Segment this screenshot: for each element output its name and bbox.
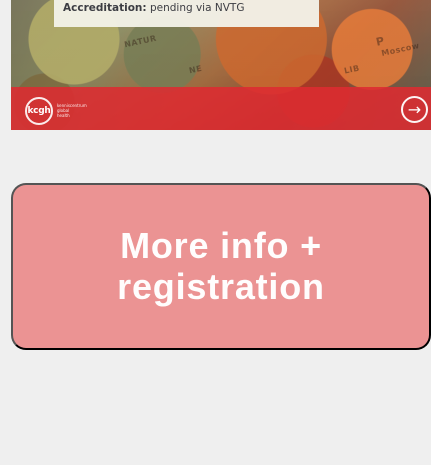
event-banner-card[interactable]: NATUR NE LIB P Moscow Accreditation: pen… [11, 0, 431, 130]
accreditation-value: pending via NVTG [149, 2, 245, 14]
logo-text: kcgh [27, 106, 51, 116]
page: NATUR NE LIB P Moscow Accreditation: pen… [0, 0, 431, 465]
more-info-registration-button[interactable]: More info + registration [11, 183, 431, 350]
accreditation-label: Accreditation: [63, 2, 147, 14]
kcgh-logo: kcgh [25, 97, 53, 125]
arrow-right-icon: → [407, 99, 422, 119]
next-arrow-button[interactable]: → [401, 96, 428, 123]
banner-footer-band: kcgh kenniscentrum global health → [11, 87, 431, 130]
accreditation-info-box: Accreditation: pending via NVTG [54, 0, 319, 27]
logo-tagline: kenniscentrum global health [57, 103, 87, 118]
